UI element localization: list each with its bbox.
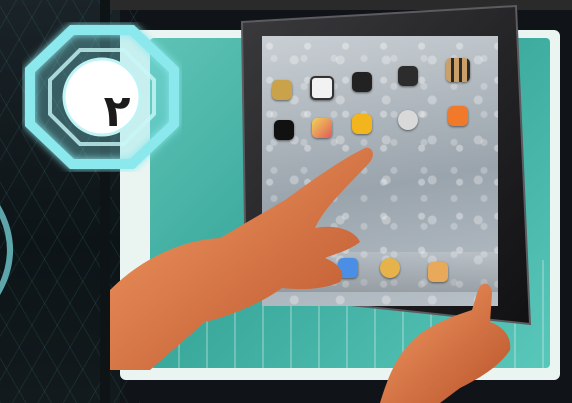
facetime-app-icon[interactable] [398, 110, 418, 130]
holding-hand [380, 283, 511, 403]
music-app-icon[interactable] [448, 106, 468, 126]
photo-scene: ٢ [0, 0, 572, 403]
step-number: ٢ [103, 86, 131, 137]
pointing-hand [110, 147, 373, 370]
photo-booth-app-icon[interactable] [352, 114, 372, 134]
glow-arc-decoration [0, 205, 13, 295]
photos-app-icon[interactable] [352, 72, 372, 92]
videos-app-icon[interactable] [274, 120, 294, 140]
calendar-app-icon[interactable] [310, 76, 334, 100]
camera-app-icon[interactable] [398, 66, 418, 86]
maps-app-icon[interactable] [312, 118, 332, 138]
contacts-app-icon[interactable] [272, 80, 292, 100]
settings-grid-icon[interactable] [446, 58, 470, 82]
